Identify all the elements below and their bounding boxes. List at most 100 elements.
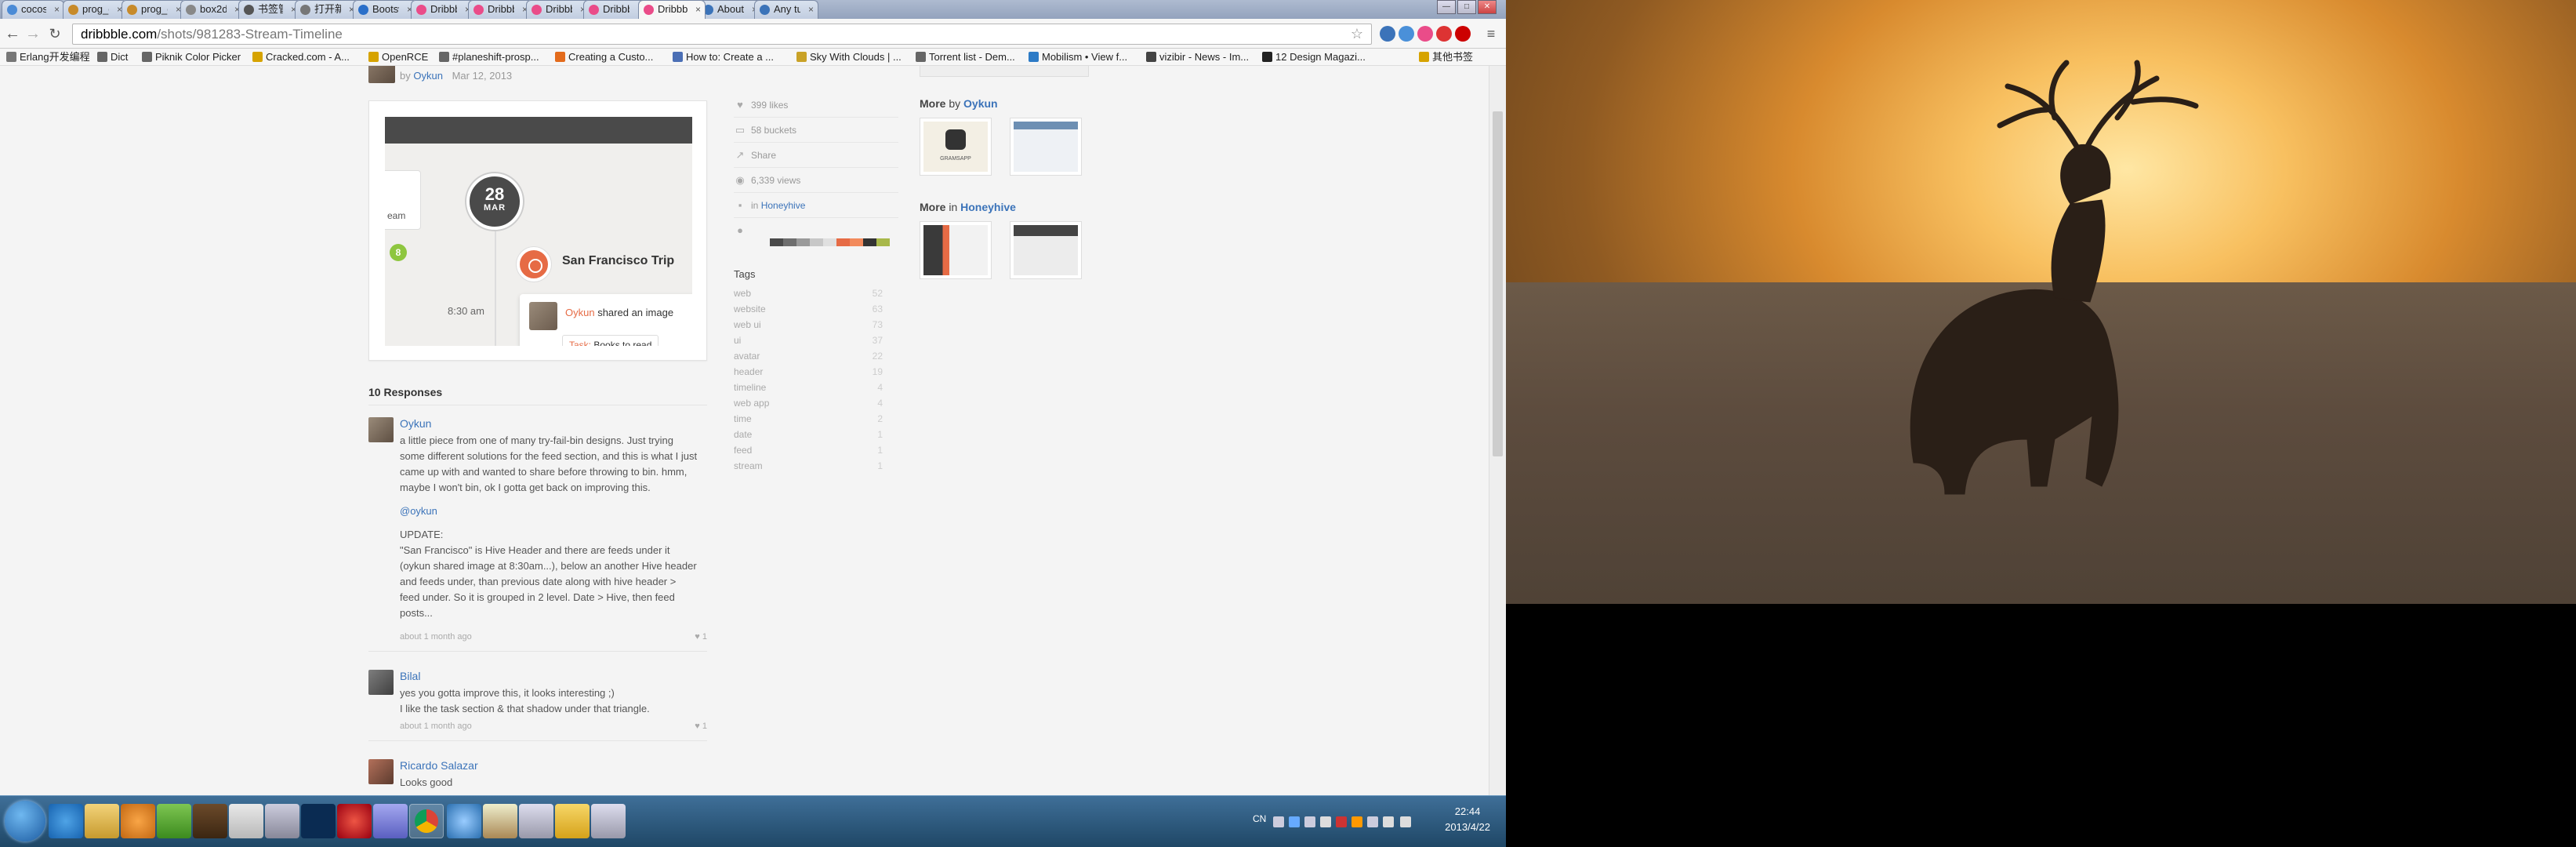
bookmark-item[interactable]: Dict [97, 49, 128, 66]
browser-tab[interactable]: About Us - I× [698, 0, 762, 19]
page-scrollbar[interactable] [1489, 66, 1506, 795]
tag-item[interactable]: header 19 [734, 364, 883, 380]
browser-tab-active[interactable]: Dribbble - S× [638, 0, 706, 19]
shot-image[interactable]: eam 28 MAR 8 San Francisco Trip 8:30 am O… [368, 100, 707, 361]
app-icon[interactable] [373, 804, 408, 838]
shot-thumbnail[interactable]: GRAMSAPP [920, 118, 992, 176]
close-tab-icon[interactable]: × [808, 1, 814, 18]
tag-item[interactable]: website 63 [734, 301, 883, 317]
shot-thumbnail[interactable] [1010, 221, 1082, 279]
palette-swatch[interactable] [796, 238, 810, 246]
browser-tab[interactable]: prog_guide× [122, 0, 186, 19]
app-icon[interactable] [265, 804, 299, 838]
minimize-button[interactable]: — [1437, 0, 1456, 14]
avatar[interactable] [368, 670, 394, 695]
palette-swatch[interactable] [850, 238, 863, 246]
likes-stat[interactable]: ♥ 399 likes [734, 93, 898, 118]
tray-icon[interactable] [1304, 816, 1315, 827]
bookmark-item[interactable]: OpenRCE [368, 49, 428, 66]
bookmark-item[interactable]: Sky With Clouds | ... [796, 49, 902, 66]
palette-swatch[interactable] [836, 238, 850, 246]
buckets-stat[interactable]: ▭ 58 buckets [734, 118, 898, 143]
back-icon[interactable]: ← [3, 24, 22, 43]
maximize-button[interactable]: □ [1457, 0, 1476, 14]
tag-item[interactable]: stream 1 [734, 458, 883, 474]
forward-icon[interactable]: → [24, 24, 42, 43]
team-stat[interactable]: ▪ in Honeyhive [734, 193, 898, 218]
author-avatar[interactable] [368, 66, 395, 83]
avatar[interactable] [368, 759, 394, 784]
system-clock[interactable]: 22:44 2013/4/22 [1445, 804, 1490, 835]
bookmark-item[interactable]: How to: Create a ... [673, 49, 774, 66]
flag-icon[interactable] [1383, 816, 1394, 827]
browser-tab[interactable]: 书签管理器× [238, 0, 301, 19]
palette-swatch[interactable] [823, 238, 836, 246]
comment-likes[interactable]: ♥ 1 [695, 632, 707, 642]
bookmark-item[interactable]: Erlang开发编程 [6, 49, 90, 66]
palette-swatch[interactable] [863, 238, 876, 246]
app-icon[interactable] [337, 804, 372, 838]
app-icon[interactable] [519, 804, 553, 838]
bookmark-star-icon[interactable]: ☆ [1351, 24, 1363, 44]
tag-item[interactable]: avatar 22 [734, 348, 883, 364]
tag-item[interactable]: date 1 [734, 427, 883, 442]
other-bookmarks[interactable]: 其他书签 [1419, 49, 1473, 66]
tag-item[interactable]: timeline 4 [734, 380, 883, 395]
team-link[interactable]: Honeyhive [960, 201, 1016, 213]
address-bar[interactable]: dribbble.com/shots/981283-Stream-Timelin… [72, 24, 1372, 45]
network-icon[interactable] [1367, 816, 1378, 827]
bookmark-item[interactable]: vizibir - News - Im... [1146, 49, 1249, 66]
close-window-button[interactable]: ✕ [1478, 0, 1497, 14]
app-icon[interactable] [157, 804, 191, 838]
bookmark-item[interactable]: Torrent list - Dem... [916, 49, 1015, 66]
comment-likes[interactable]: ♥ 1 [695, 722, 707, 731]
browser-tab[interactable]: 打开新的标签页× [295, 0, 359, 19]
browser-tab[interactable]: Any tutorial× [754, 0, 818, 19]
close-tab-icon[interactable]: × [695, 1, 701, 18]
bookmark-item[interactable]: #planeshift-prosp... [439, 49, 539, 66]
bookmark-item[interactable]: 12 Design Magazi... [1262, 49, 1366, 66]
bookmark-item[interactable]: Mobilism • View f... [1029, 49, 1127, 66]
extension-icon[interactable] [1399, 26, 1414, 42]
comment-author[interactable]: Bilal [400, 670, 420, 682]
shot-thumbnail[interactable] [920, 221, 992, 279]
extension-icon[interactable] [1417, 26, 1433, 42]
app-icon[interactable] [591, 804, 626, 838]
avatar[interactable] [368, 417, 394, 442]
bookmark-item[interactable]: Piknik Color Picker [142, 49, 241, 66]
start-button[interactable] [5, 801, 45, 842]
author-link[interactable]: Oykun [413, 70, 443, 82]
app-icon[interactable] [555, 804, 590, 838]
notepad-icon[interactable] [229, 804, 263, 838]
bookmark-item[interactable]: Creating a Custo... [555, 49, 653, 66]
menu-icon[interactable]: ≡ [1482, 24, 1500, 43]
browser-tab[interactable]: box2d.org× [180, 0, 245, 19]
tag-item[interactable]: time 2 [734, 411, 883, 427]
bucket-button[interactable] [920, 66, 1089, 77]
tray-icon[interactable] [1320, 816, 1331, 827]
media-player-icon[interactable] [121, 804, 155, 838]
reload-icon[interactable]: ↻ [45, 24, 64, 43]
bookmark-item[interactable]: Cracked.com - A... [252, 49, 350, 66]
internet-explorer-icon[interactable] [49, 804, 83, 838]
close-tab-icon[interactable]: × [54, 1, 60, 18]
chrome-icon[interactable] [409, 804, 444, 838]
tray-icon[interactable] [1336, 816, 1347, 827]
tag-item[interactable]: feed 1 [734, 442, 883, 458]
comment-time[interactable]: about 1 month ago [400, 632, 472, 642]
comment-author[interactable]: Ricardo Salazar [400, 759, 478, 772]
palette-swatch[interactable] [876, 238, 890, 246]
share-link[interactable]: ↗ Share [734, 143, 898, 168]
palette-swatch[interactable] [770, 238, 783, 246]
browser-tab[interactable]: Dribbble - I× [526, 0, 590, 19]
tag-item[interactable]: web 52 [734, 285, 883, 301]
input-method-indicator[interactable]: CN [1253, 813, 1266, 824]
browser-tab[interactable]: cocos2d - O× [2, 0, 64, 19]
tag-item[interactable]: web ui 73 [734, 317, 883, 333]
author-link[interactable]: Oykun [963, 97, 998, 110]
help-icon[interactable] [1289, 816, 1300, 827]
volume-icon[interactable] [1400, 816, 1411, 827]
browser-tab[interactable]: Bootswatch× [353, 0, 417, 19]
browser-tab[interactable]: Dribbble - I× [468, 0, 532, 19]
browser-tab[interactable]: prog_guide× [63, 0, 127, 19]
